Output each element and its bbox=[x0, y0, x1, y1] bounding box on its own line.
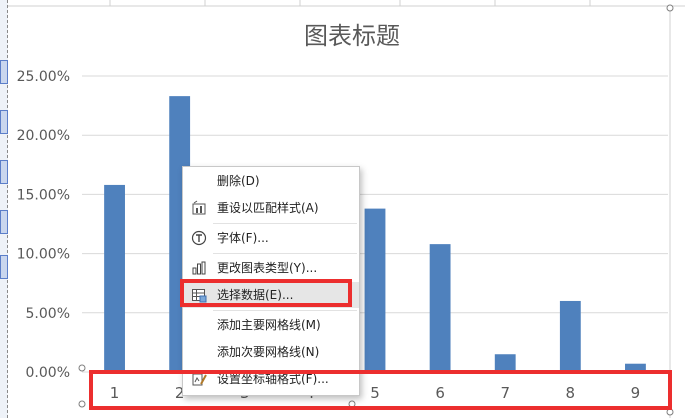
menu-item-font[interactable]: 字体(F)... bbox=[183, 225, 359, 251]
menu-item-delete[interactable]: 删除(D) bbox=[183, 168, 359, 194]
menu-item-label: 更改图表类型(Y)... bbox=[217, 261, 318, 275]
menu-item-label: 添加次要网格线(N) bbox=[217, 345, 320, 359]
x-axis-highlight bbox=[89, 370, 672, 410]
menu-item-label: 删除(D) bbox=[217, 174, 260, 188]
y-tick-label: 15.00% bbox=[17, 187, 70, 203]
menu-item-add-minor-gridlines[interactable]: 添加次要网格线(N) bbox=[183, 339, 359, 365]
bar[interactable] bbox=[559, 300, 581, 372]
menu-item-label: 添加主要网格线(M) bbox=[217, 318, 321, 332]
menu-item-reset-style[interactable]: 重设以匹配样式(A) bbox=[183, 195, 359, 221]
chart-title[interactable]: 图表标题 bbox=[304, 22, 400, 50]
y-tick-label: 20.00% bbox=[17, 128, 70, 144]
y-tick-label: 10.00% bbox=[17, 247, 70, 263]
reset-style-icon bbox=[192, 200, 206, 215]
y-tick-label: 0.00% bbox=[26, 365, 70, 381]
menu-separator bbox=[213, 223, 357, 224]
resize-handle[interactable] bbox=[78, 400, 86, 408]
bar[interactable] bbox=[104, 184, 125, 372]
menu-item-change-chart-type[interactable]: 更改图表类型(Y)... bbox=[183, 255, 359, 281]
bar[interactable] bbox=[364, 208, 386, 372]
menu-separator bbox=[213, 253, 357, 254]
y-tick-label: 5.00% bbox=[26, 306, 70, 322]
select-data-highlight bbox=[180, 279, 352, 307]
y-axis[interactable]: 0.00% 5.00% 10.00% 15.00% 20.00% 25.00% bbox=[17, 69, 70, 381]
chart-type-icon bbox=[192, 261, 206, 275]
resize-handle[interactable] bbox=[78, 364, 86, 372]
menu-item-label: 重设以匹配样式(A) bbox=[217, 201, 319, 215]
y-tick-label: 25.00% bbox=[17, 69, 70, 85]
menu-separator bbox=[213, 310, 357, 311]
menu-item-add-major-gridlines[interactable]: 添加主要网格线(M) bbox=[183, 312, 359, 338]
bar[interactable] bbox=[429, 244, 451, 372]
font-icon bbox=[191, 230, 207, 246]
menu-item-label: 字体(F)... bbox=[217, 231, 269, 245]
